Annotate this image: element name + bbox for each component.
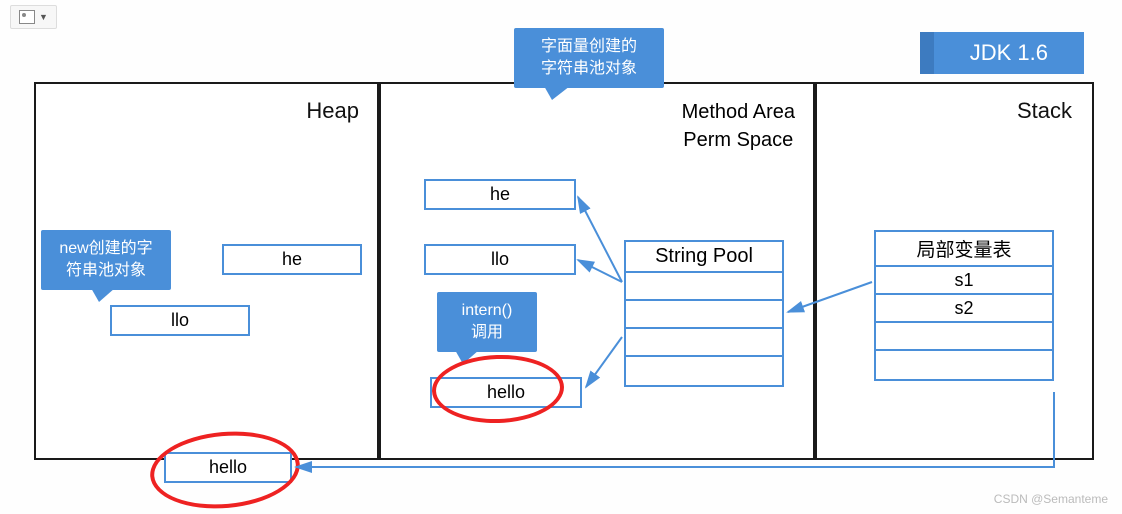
callout-intern-l2: 调用 (447, 322, 527, 344)
callout-literal-l2: 字符串池对象 (524, 58, 654, 80)
callout-new-l1: new创建的字 (51, 238, 161, 260)
callout-tail-icon (544, 86, 570, 100)
string-pool-table: String Pool (624, 240, 784, 387)
perm-llo-obj: llo (424, 244, 576, 275)
chevron-down-icon: ▼ (39, 12, 48, 22)
method-area-l2: Perm Space (682, 126, 795, 154)
memory-diagram: Heap Method Area Perm Space Stack new创建的… (34, 82, 1096, 464)
toolbar[interactable]: ▼ (10, 5, 57, 29)
perm-he-obj: he (424, 179, 576, 210)
watermark: CSDN @Semanteme (994, 492, 1108, 506)
method-area-l1: Method Area (682, 98, 795, 126)
local-vars-title: 局部变量表 (876, 232, 1052, 267)
local-var-row (876, 323, 1052, 351)
callout-tail-icon (91, 288, 115, 302)
heap-hello-obj: hello (164, 452, 292, 483)
heap-llo-obj: llo (110, 305, 250, 336)
image-icon (19, 10, 35, 24)
string-pool-row (626, 301, 782, 329)
string-pool-row (626, 357, 782, 385)
callout-tail-icon (455, 350, 479, 364)
callout-new-object: new创建的字 符串池对象 (41, 230, 171, 290)
callout-intern: intern() 调用 (437, 292, 537, 352)
local-var-s1: s1 (876, 267, 1052, 295)
jdk-banner: JDK 1.6 (934, 32, 1084, 74)
callout-literal-l1: 字面量创建的 (524, 36, 654, 58)
string-pool-row (626, 329, 782, 357)
heap-title: Heap (306, 98, 359, 124)
string-pool-title: String Pool (626, 242, 782, 273)
string-pool-row (626, 273, 782, 301)
local-var-row (876, 351, 1052, 379)
callout-new-l2: 符串池对象 (51, 260, 161, 282)
local-var-s2: s2 (876, 295, 1052, 323)
perm-hello-obj: hello (430, 377, 582, 408)
local-variable-table: 局部变量表 s1 s2 (874, 230, 1054, 381)
stack-title: Stack (1017, 98, 1072, 124)
heap-he-obj: he (222, 244, 362, 275)
callout-literal: 字面量创建的 字符串池对象 (514, 28, 664, 88)
method-area-title: Method Area Perm Space (682, 98, 795, 154)
callout-intern-l1: intern() (447, 300, 527, 322)
